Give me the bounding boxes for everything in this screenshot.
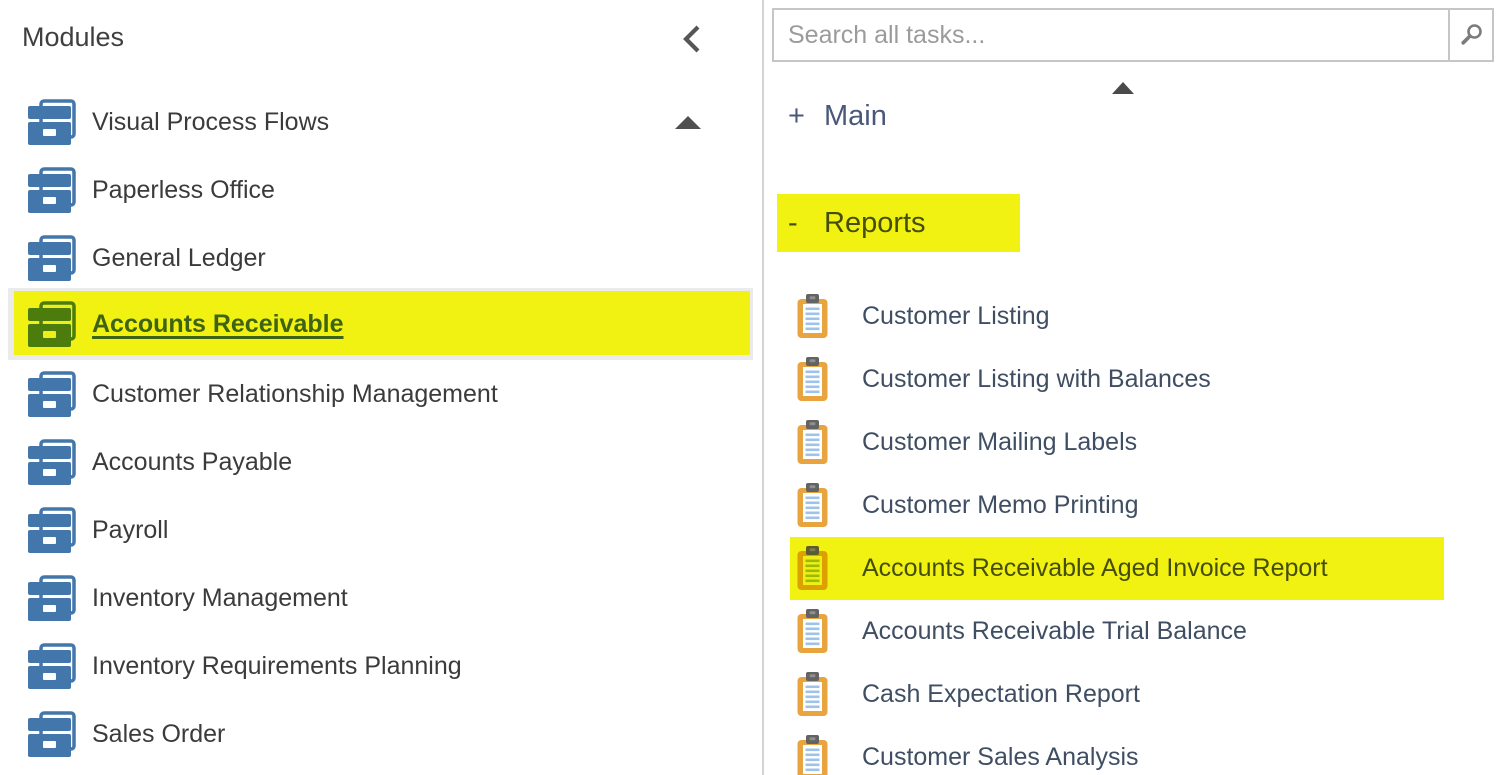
chevron-left-icon[interactable] bbox=[680, 24, 706, 54]
triangle-up-icon[interactable] bbox=[675, 116, 701, 129]
module-drawer-icon bbox=[28, 507, 76, 553]
magnifier-icon bbox=[1458, 22, 1484, 48]
module-item-label: Accounts Payable bbox=[92, 448, 292, 477]
module-drawer-icon bbox=[28, 643, 76, 689]
scroll-up-button[interactable] bbox=[764, 78, 1500, 98]
expand-plus-icon[interactable]: + bbox=[788, 100, 824, 133]
triangle-up-icon bbox=[1112, 82, 1134, 94]
module-item-paperless-office[interactable]: Paperless Office bbox=[8, 156, 753, 224]
modules-panel: Modules Visual Process Flows Pa bbox=[0, 0, 762, 775]
clipboard-icon bbox=[797, 357, 828, 402]
modules-header: Modules bbox=[22, 22, 722, 62]
task-item-label: Customer Mailing Labels bbox=[862, 428, 1137, 457]
module-item-customer-relationship-management[interactable]: Customer Relationship Management bbox=[8, 360, 753, 428]
module-drawer-icon bbox=[28, 99, 76, 145]
module-item-payroll[interactable]: Payroll bbox=[8, 496, 753, 564]
task-item-label: Accounts Receivable Trial Balance bbox=[862, 617, 1247, 646]
module-drawer-icon bbox=[28, 439, 76, 485]
task-group-label: Reports bbox=[824, 207, 926, 240]
module-item-label: Customer Relationship Management bbox=[92, 380, 498, 409]
module-item-label: Inventory Management bbox=[92, 584, 348, 613]
clipboard-icon bbox=[797, 483, 828, 528]
module-item-visual-process-flows[interactable]: Visual Process Flows bbox=[8, 88, 753, 156]
task-item-accounts-receivable-trial-balance[interactable]: Accounts Receivable Trial Balance bbox=[764, 600, 1500, 663]
task-group-reports[interactable]: - Reports bbox=[764, 194, 1500, 252]
module-item-label: Sales Order bbox=[92, 720, 225, 749]
module-item-label: General Ledger bbox=[92, 244, 266, 273]
clipboard-icon bbox=[797, 609, 828, 654]
module-drawer-icon bbox=[28, 235, 76, 281]
module-item-label: Visual Process Flows bbox=[92, 108, 329, 137]
task-group-label: Main bbox=[824, 100, 887, 133]
task-item-customer-sales-analysis[interactable]: Customer Sales Analysis bbox=[764, 726, 1500, 775]
module-drawer-icon bbox=[28, 711, 76, 757]
module-item-inventory-management[interactable]: Inventory Management bbox=[8, 564, 753, 632]
task-item-label: Customer Memo Printing bbox=[862, 491, 1138, 520]
clipboard-icon bbox=[797, 294, 828, 339]
task-item-accounts-receivable-aged-invoice-report[interactable]: Accounts Receivable Aged Invoice Report bbox=[764, 537, 1500, 600]
task-item-cash-expectation-report[interactable]: Cash Expectation Report bbox=[764, 663, 1500, 726]
module-drawer-icon bbox=[28, 167, 76, 213]
module-item-accounts-receivable[interactable]: Accounts Receivable bbox=[8, 288, 753, 360]
tasks-panel: + Main - Reports Customer Listing bbox=[762, 0, 1500, 775]
clipboard-icon bbox=[797, 420, 828, 465]
task-item-label: Accounts Receivable Aged Invoice Report bbox=[862, 554, 1328, 583]
task-item-customer-listing[interactable]: Customer Listing bbox=[764, 285, 1500, 348]
app-screen: Modules Visual Process Flows Pa bbox=[0, 0, 1500, 775]
task-item-label: Cash Expectation Report bbox=[862, 680, 1140, 709]
module-item-label: Payroll bbox=[92, 516, 168, 545]
module-drawer-icon bbox=[28, 371, 76, 417]
clipboard-icon bbox=[797, 546, 828, 591]
module-item-accounts-payable[interactable]: Accounts Payable bbox=[8, 428, 753, 496]
module-item-label: Accounts Receivable bbox=[92, 310, 344, 339]
task-group-main[interactable]: + Main bbox=[764, 94, 1500, 138]
clipboard-icon bbox=[797, 672, 828, 717]
module-item-inventory-requirements-planning[interactable]: Inventory Requirements Planning bbox=[8, 632, 753, 700]
search-input[interactable] bbox=[774, 10, 1448, 60]
task-item-customer-memo-printing[interactable]: Customer Memo Printing bbox=[764, 474, 1500, 537]
task-item-label: Customer Sales Analysis bbox=[862, 743, 1139, 772]
modules-panel-title: Modules bbox=[22, 22, 124, 52]
module-item-label: Paperless Office bbox=[92, 176, 275, 205]
module-drawer-icon bbox=[28, 575, 76, 621]
task-item-label: Customer Listing with Balances bbox=[862, 365, 1211, 394]
search-button[interactable] bbox=[1448, 10, 1492, 60]
task-item-customer-listing-with-balances[interactable]: Customer Listing with Balances bbox=[764, 348, 1500, 411]
search-box bbox=[772, 8, 1494, 62]
clipboard-icon bbox=[797, 735, 828, 775]
collapse-minus-icon[interactable]: - bbox=[788, 207, 824, 240]
module-item-sales-order[interactable]: Sales Order bbox=[8, 700, 753, 768]
task-item-label: Customer Listing bbox=[862, 302, 1050, 331]
module-item-label: Inventory Requirements Planning bbox=[92, 652, 462, 681]
module-drawer-icon bbox=[28, 301, 76, 347]
module-item-general-ledger[interactable]: General Ledger bbox=[8, 224, 753, 292]
task-item-customer-mailing-labels[interactable]: Customer Mailing Labels bbox=[764, 411, 1500, 474]
